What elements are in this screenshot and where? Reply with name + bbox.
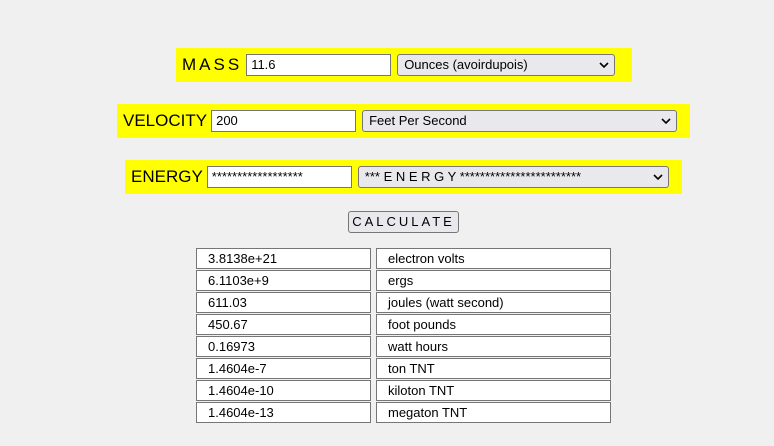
- result-value[interactable]: 6.1103e+9: [196, 270, 371, 291]
- result-unit[interactable]: foot pounds: [376, 314, 611, 335]
- result-row: 611.03 joules (watt second): [196, 292, 611, 314]
- chevron-down-icon: [661, 118, 671, 125]
- result-value[interactable]: 1.4604e-10: [196, 380, 371, 401]
- velocity-input[interactable]: 200: [211, 110, 357, 132]
- result-value[interactable]: 611.03: [196, 292, 371, 313]
- mass-input[interactable]: 11.6: [246, 54, 392, 76]
- energy-unit-selected: *** E N E R G Y ************************: [364, 169, 582, 184]
- energy-unit-select[interactable]: *** E N E R G Y ************************: [357, 166, 669, 188]
- result-value[interactable]: 1.4604e-13: [196, 402, 371, 423]
- result-unit[interactable]: ergs: [376, 270, 611, 291]
- result-unit[interactable]: electron volts: [376, 248, 611, 269]
- result-unit[interactable]: kiloton TNT: [376, 380, 611, 401]
- mass-unit-select[interactable]: Ounces (avoirdupois): [397, 54, 616, 76]
- energy-label: ENERGY: [131, 167, 203, 186]
- result-row: 6.1103e+9 ergs: [196, 270, 611, 292]
- result-unit[interactable]: megaton TNT: [376, 402, 611, 423]
- result-value[interactable]: 1.4604e-7: [196, 358, 371, 379]
- result-row: 3.8138e+21 electron volts: [196, 248, 611, 270]
- result-unit[interactable]: joules (watt second): [376, 292, 611, 313]
- result-row: 0.16973 watt hours: [196, 336, 611, 358]
- calculate-button[interactable]: CALCULATE: [348, 211, 459, 233]
- chevron-down-icon: [653, 174, 663, 181]
- mass-row: MASS 11.6 Ounces (avoirdupois): [176, 48, 632, 82]
- result-unit[interactable]: ton TNT: [376, 358, 611, 379]
- result-value[interactable]: 0.16973: [196, 336, 371, 357]
- velocity-label: VELOCITY: [123, 111, 208, 130]
- result-row: 1.4604e-13 megaton TNT: [196, 402, 611, 424]
- result-value[interactable]: 450.67: [196, 314, 371, 335]
- results-list: 3.8138e+21 electron volts 6.1103e+9 ergs…: [196, 248, 611, 424]
- page: MASS 11.6 Ounces (avoirdupois) VELOCITY …: [0, 0, 774, 446]
- result-unit[interactable]: watt hours: [376, 336, 611, 357]
- result-row: 1.4604e-7 ton TNT: [196, 358, 611, 380]
- energy-input[interactable]: ******************: [206, 166, 352, 188]
- result-row: 450.67 foot pounds: [196, 314, 611, 336]
- result-value[interactable]: 3.8138e+21: [196, 248, 371, 269]
- chevron-down-icon: [599, 62, 609, 69]
- velocity-unit-selected: Feet Per Second: [369, 113, 467, 128]
- mass-unit-selected: Ounces (avoirdupois): [404, 57, 528, 72]
- result-row: 1.4604e-10 kiloton TNT: [196, 380, 611, 402]
- energy-row: ENERGY ****************** *** E N E R G …: [125, 160, 682, 194]
- mass-label: MASS: [182, 55, 243, 74]
- velocity-unit-select[interactable]: Feet Per Second: [362, 110, 678, 132]
- velocity-row: VELOCITY 200 Feet Per Second: [117, 104, 690, 138]
